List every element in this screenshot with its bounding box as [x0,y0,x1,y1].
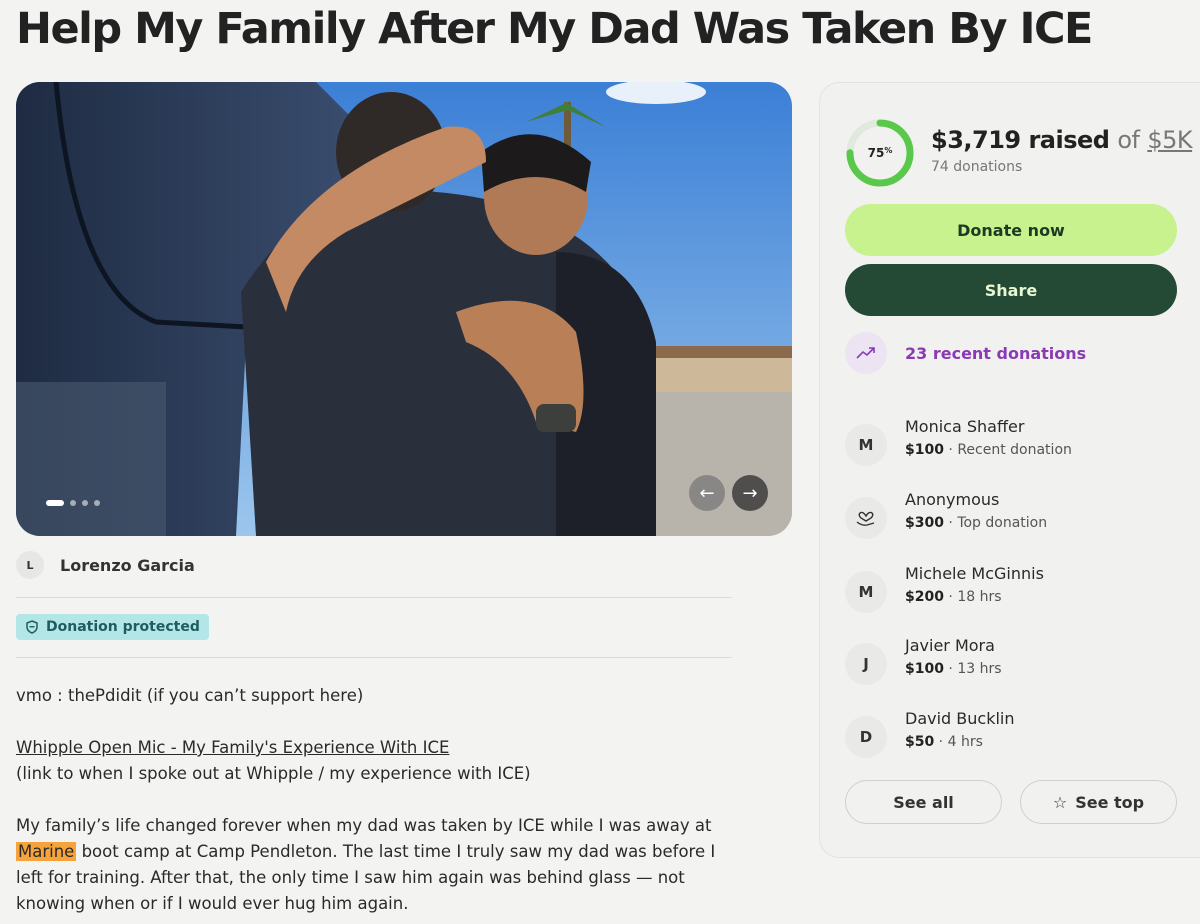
badge-label: Donation protected [46,619,200,635]
carousel-prev-button[interactable]: ← [689,475,725,511]
divider [16,597,732,598]
donor-meta: $100 · 13 hrs [905,661,1002,677]
donor-avatar: M [845,571,887,613]
story-link-block: Whipple Open Mic - My Family's Experienc… [16,735,531,787]
divider [16,657,732,658]
see-top-label: See top [1075,792,1145,812]
arrow-right-icon: → [742,482,758,504]
goal-amount: $5K [1147,126,1193,154]
trending-up-icon [845,332,887,374]
progress-ring: 75% [845,118,915,188]
donor-item: M Michele McGinnis $200 · 18 hrs [845,563,1044,613]
page-title: Help My Family After My Dad Was Taken By… [16,4,1093,54]
donor-name: Michele McGinnis [905,564,1044,583]
donation-protected-badge[interactable]: Donation protected [16,614,209,640]
see-all-button[interactable]: See all [845,780,1002,824]
donor-name: Anonymous [905,490,1000,509]
organizer-avatar: L [16,551,44,579]
story-text: boot camp at Camp Pendleton. The last ti… [16,842,716,913]
donor-name: Monica Shaffer [905,417,1025,436]
venmo-line: vmo : thePdidit (if you can’t support he… [16,686,364,705]
organizer[interactable]: L Lorenzo Garcia [16,551,195,579]
heart-hand-icon [845,497,887,539]
story-paragraph: My family’s life changed forever when my… [16,813,732,917]
carousel-dots [46,500,100,506]
whipple-link[interactable]: Whipple Open Mic - My Family's Experienc… [16,738,449,757]
donor-avatar: M [845,424,887,466]
link-note: (link to when I spoke out at Whipple / m… [16,764,531,783]
story-text: My family’s life changed forever when my… [16,816,712,835]
donate-now-button[interactable]: Donate now [845,204,1177,256]
donor-item: D David Bucklin $50 · 4 hrs [845,708,1015,758]
carousel-dot[interactable] [82,500,88,506]
recent-donations-label: 23 recent donations [905,343,1087,363]
recent-donations[interactable]: 23 recent donations [845,332,1086,374]
carousel-dot-active[interactable] [46,500,64,506]
donor-meta: $300 · Top donation [905,515,1048,531]
highlighted-word: Marine [16,842,77,861]
donor-meta: $50 · 4 hrs [905,734,983,750]
donation-count: 74 donations [931,159,1023,175]
donor-avatar: D [845,716,887,758]
progress-percent: 75% [867,145,893,161]
amount-raised: $3,719 raised of $5K [931,126,1193,154]
campaign-photo-carousel[interactable]: ← → [16,82,792,536]
see-top-button[interactable]: ☆ See top [1020,780,1177,824]
donor-item: J Javier Mora $100 · 13 hrs [845,635,1002,685]
donor-meta: $100 · Recent donation [905,442,1072,458]
arrow-left-icon: ← [699,482,715,504]
donor-name: Javier Mora [905,636,995,655]
donation-card: 75% $3,719 raised of $5K 74 donations Do… [819,82,1200,858]
donor-avatar: J [845,643,887,685]
donor-item: M Monica Shaffer $100 · Recent donation [845,416,1072,466]
donor-item: Anonymous $300 · Top donation [845,489,1047,539]
share-button[interactable]: Share [845,264,1177,316]
donor-name: David Bucklin [905,709,1015,728]
star-icon: ☆ [1052,792,1068,812]
carousel-dot[interactable] [94,500,100,506]
campaign-photo [16,82,792,536]
donor-meta: $200 · 18 hrs [905,589,1002,605]
carousel-next-button[interactable]: → [732,475,768,511]
organizer-name[interactable]: Lorenzo Garcia [60,556,195,575]
carousel-dot[interactable] [70,500,76,506]
shield-icon [26,620,38,634]
